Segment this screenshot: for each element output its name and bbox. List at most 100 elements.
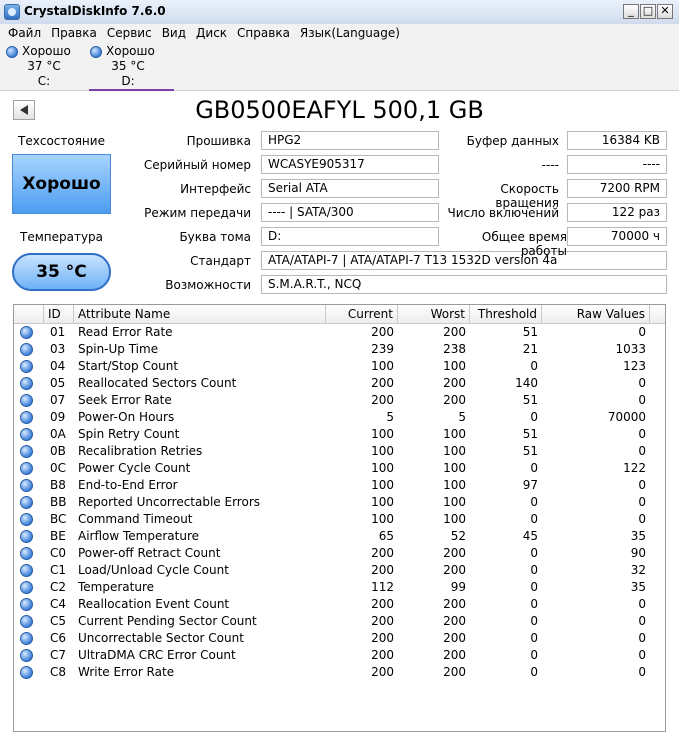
table-row[interactable]: 0A Spin Retry Count 100 100 51 0 xyxy=(14,426,665,443)
menu-file[interactable]: Файл xyxy=(0,24,46,42)
cell-id: BC xyxy=(50,512,67,526)
status-dot-icon xyxy=(20,632,33,645)
minimize-button[interactable]: _ xyxy=(623,4,639,19)
table-row[interactable]: C8 Write Error Rate 200 200 0 0 xyxy=(14,664,665,681)
cell-current: 5 xyxy=(386,410,394,424)
cell-worst: 200 xyxy=(443,325,466,339)
cell-id: 09 xyxy=(50,410,66,424)
cell-id: BB xyxy=(50,495,67,509)
cell-worst: 100 xyxy=(443,478,466,492)
header-attribute-name[interactable]: Attribute Name xyxy=(74,305,326,323)
features-label: Возможности xyxy=(165,278,251,292)
cell-threshold: 0 xyxy=(530,563,538,577)
cell-raw-value: 0 xyxy=(638,614,646,628)
cell-id: 0C xyxy=(50,461,67,475)
header-id[interactable]: ID xyxy=(44,305,74,323)
cell-threshold: 0 xyxy=(530,359,538,373)
cell-worst: 200 xyxy=(443,393,466,407)
status-dot-icon xyxy=(20,462,33,475)
menu-disk[interactable]: Диск xyxy=(191,24,232,42)
table-row[interactable]: C6 Uncorrectable Sector Count 200 200 0 0 xyxy=(14,630,665,647)
table-row[interactable]: 07 Seek Error Rate 200 200 51 0 xyxy=(14,392,665,409)
table-body: 01 Read Error Rate 200 200 51 0 03 Spin-Up Time… xyxy=(14,324,665,681)
maximize-button[interactable]: □ xyxy=(640,4,656,19)
cell-raw-value: 0 xyxy=(638,648,646,662)
header-raw-values[interactable]: Raw Values xyxy=(542,305,650,323)
table-row[interactable]: BC Command Timeout 100 100 0 0 xyxy=(14,511,665,528)
table-row[interactable]: BE Airflow Temperature 65 52 45 35 xyxy=(14,528,665,545)
menu-view[interactable]: Вид xyxy=(157,24,191,42)
menu-service[interactable]: Сервис xyxy=(102,24,157,42)
menu-edit[interactable]: Правка xyxy=(46,24,102,42)
cell-id: 0B xyxy=(50,444,66,458)
cell-raw-value: 35 xyxy=(630,529,646,543)
cell-threshold: 0 xyxy=(530,631,538,645)
rotation-value: 7200 RPM xyxy=(567,179,667,198)
cell-worst: 100 xyxy=(443,461,466,475)
table-row[interactable]: B8 End-to-End Error 100 100 97 0 xyxy=(14,477,665,494)
header-worst[interactable]: Worst xyxy=(398,305,470,323)
disk-tab-c[interactable]: Хорошо 37 °C C: xyxy=(2,44,86,88)
table-row[interactable]: C4 Reallocation Event Count 200 200 0 0 xyxy=(14,596,665,613)
interface-label: Интерфейс xyxy=(180,182,251,196)
power-hours-label: Общее время работы xyxy=(481,230,567,258)
cell-current: 200 xyxy=(371,563,394,577)
disk-letter: C: xyxy=(37,74,51,88)
table-row[interactable]: BB Reported Uncorrectable Errors 100 100 0 0 xyxy=(14,494,665,511)
close-button[interactable]: ✕ xyxy=(657,4,673,19)
cell-threshold: 97 xyxy=(522,478,538,492)
health-status-badge[interactable]: Хорошо xyxy=(12,154,111,214)
table-row[interactable]: 01 Read Error Rate 200 200 51 0 xyxy=(14,324,665,341)
cell-current: 100 xyxy=(371,512,394,526)
cell-worst: 238 xyxy=(443,342,466,356)
disk-tab-d[interactable]: Хорошо 35 °C D: xyxy=(86,44,174,91)
cell-id: C2 xyxy=(50,580,67,594)
table-row[interactable]: C5 Current Pending Sector Count 200 200 0 0 xyxy=(14,613,665,630)
window-title: CrystalDiskInfo 7.6.0 xyxy=(24,4,166,18)
cell-attribute-name: Start/Stop Count xyxy=(78,359,179,373)
header-current[interactable]: Current xyxy=(326,305,398,323)
table-row[interactable]: 0C Power Cycle Count 100 100 0 122 xyxy=(14,460,665,477)
cell-raw-value: 0 xyxy=(638,597,646,611)
cell-raw-value: 35 xyxy=(630,580,646,594)
cell-raw-value: 0 xyxy=(638,665,646,679)
menu-language[interactable]: Язык(Language) xyxy=(295,24,405,42)
temperature-badge[interactable]: 35 °C xyxy=(12,253,111,291)
cell-id: C6 xyxy=(50,631,67,645)
cell-worst: 52 xyxy=(450,529,466,543)
menu-help[interactable]: Справка xyxy=(232,24,295,42)
header-threshold[interactable]: Threshold xyxy=(470,305,542,323)
table-row[interactable]: C2 Temperature 112 99 0 35 xyxy=(14,579,665,596)
cell-threshold: 51 xyxy=(522,444,538,458)
cell-id: 07 xyxy=(50,393,66,407)
cell-id: B8 xyxy=(50,478,66,492)
cell-raw-value: 123 xyxy=(623,359,646,373)
status-dot-icon xyxy=(20,649,33,662)
cell-threshold: 140 xyxy=(515,376,538,390)
table-row[interactable]: 0B Recalibration Retries 100 100 51 0 xyxy=(14,443,665,460)
table-row[interactable]: C1 Load/Unload Cycle Count 200 200 0 32 xyxy=(14,562,665,579)
cell-attribute-name: Power-off Retract Count xyxy=(78,546,221,560)
cell-raw-value: 32 xyxy=(630,563,646,577)
cell-id: 03 xyxy=(50,342,66,356)
cell-raw-value: 0 xyxy=(638,325,646,339)
cell-threshold: 51 xyxy=(522,427,538,441)
cell-current: 100 xyxy=(371,359,394,373)
cell-id: C5 xyxy=(50,614,67,628)
buffer-value: 16384 KB xyxy=(567,131,667,150)
power-hours-value: 70000 ч xyxy=(567,227,667,246)
cell-current: 200 xyxy=(371,546,394,560)
table-row[interactable]: 05 Reallocated Sectors Count 200 200 140 0 xyxy=(14,375,665,392)
serial-label: Серийный номер xyxy=(143,158,251,172)
table-row[interactable]: 09 Power-On Hours 5 5 0 70000 xyxy=(14,409,665,426)
cell-id: 04 xyxy=(50,359,66,373)
table-row[interactable]: C7 UltraDMA CRC Error Count 200 200 0 0 xyxy=(14,647,665,664)
health-label: Техсостояние xyxy=(18,134,105,148)
table-row[interactable]: C0 Power-off Retract Count 200 200 0 90 xyxy=(14,545,665,562)
menu-bar: Файл Правка Сервис Вид Диск Справка Язык… xyxy=(0,24,679,42)
smart-attributes-table[interactable]: ID Attribute Name Current Worst Threshol… xyxy=(13,304,666,732)
table-row[interactable]: 04 Start/Stop Count 100 100 0 123 xyxy=(14,358,665,375)
cell-worst: 100 xyxy=(443,427,466,441)
table-row[interactable]: 03 Spin-Up Time 239 238 21 1033 xyxy=(14,341,665,358)
status-dot-icon xyxy=(20,479,33,492)
